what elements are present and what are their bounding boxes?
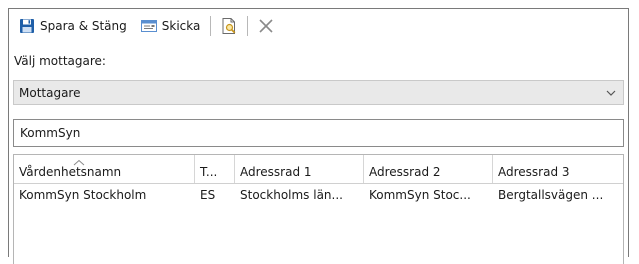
column-header-address-3[interactable]: Adressrad 3 (493, 155, 623, 183)
toolbar: Spara & Stäng Skicka (9, 9, 628, 43)
table-row[interactable]: KommSyn Stockholm ES Stockholms län... K… (14, 184, 623, 206)
save-close-button[interactable]: Spara & Stäng (15, 14, 131, 38)
recipient-table: Vårdenhetsnamn T... Adressrad 1 Adressra… (13, 154, 624, 264)
chevron-down-icon (599, 89, 623, 97)
column-header-label: T... (200, 165, 218, 179)
sort-ascending-icon (72, 155, 86, 169)
recipient-dialog: Spara & Stäng Skicka Välj mottagare: Mot… (8, 8, 629, 264)
recipient-search-input[interactable] (13, 119, 624, 147)
recipient-type-dropdown[interactable]: Mottagare (13, 80, 624, 105)
send-button[interactable]: Skicka (137, 14, 205, 38)
table-cell: KommSyn Stoc... (369, 188, 471, 202)
close-icon (259, 19, 273, 33)
column-header-address-1[interactable]: Adressrad 1 (235, 155, 364, 183)
column-header-address-2[interactable]: Adressrad 2 (364, 155, 493, 183)
save-icon (20, 19, 34, 33)
delete-button[interactable] (254, 14, 278, 38)
toolbar-separator (210, 16, 212, 36)
recipient-type-value: Mottagare (19, 85, 81, 100)
column-header-vardenhetsnamn[interactable]: Vårdenhetsnamn (14, 155, 195, 183)
document-button[interactable] (217, 14, 241, 38)
column-header-label: Adressrad 2 (369, 165, 441, 179)
table-cell: Stockholms län... (240, 188, 343, 202)
column-header-type[interactable]: T... (195, 155, 235, 183)
recipients-label: Välj mottagare: (14, 54, 106, 68)
table-cell: Bergtallsvägen ... (498, 188, 604, 202)
send-icon (140, 20, 157, 32)
table-cell: KommSyn Stockholm (19, 188, 147, 202)
column-header-label: Adressrad 1 (240, 165, 312, 179)
save-close-label: Spara & Stäng (40, 19, 127, 33)
column-header-label: Vårdenhetsnamn (19, 165, 122, 179)
toolbar-separator (247, 16, 249, 36)
send-label: Skicka (161, 19, 201, 33)
table-header: Vårdenhetsnamn T... Adressrad 1 Adressra… (14, 155, 623, 184)
document-search-icon (222, 18, 236, 34)
column-header-label: Adressrad 3 (498, 165, 570, 179)
table-cell: ES (200, 188, 216, 202)
